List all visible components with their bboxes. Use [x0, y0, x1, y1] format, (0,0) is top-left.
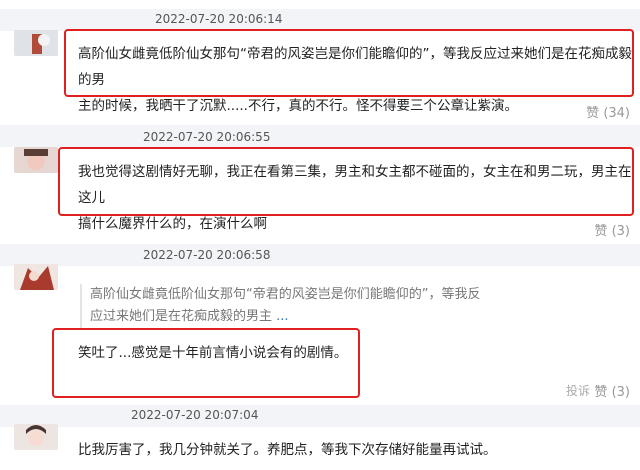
like-button[interactable]: 赞 (3)	[594, 220, 630, 239]
comment-text-line: 高阶仙女雌竟低阶仙女那句“帝君的风姿岂是你们能瞻仰的”，等我反应过来她们是在花痴…	[78, 46, 632, 88]
report-button[interactable]: 投诉	[566, 382, 590, 399]
like-count: (3)	[611, 385, 630, 400]
like-count: (3)	[611, 224, 630, 239]
comment-text-line: 比我厉害了，我几分钟就关了。养肥点，等我下次存储好能量再试试。	[78, 442, 497, 458]
quote-expand-link[interactable]: ...	[276, 309, 288, 324]
comment-timestamp: 2022-07-20 20:06:55	[143, 130, 271, 144]
like-button[interactable]: 赞 (34)	[586, 102, 630, 121]
like-count: (34)	[603, 106, 630, 121]
like-button[interactable]: 赞 (3)	[594, 381, 630, 400]
quote-text-line: 高阶仙女雌竟低阶仙女那句“帝君的风姿岂是你们能瞻仰的”，等我反	[90, 287, 481, 302]
comment-body: 比我厉害了，我几分钟就关了。养肥点，等我下次存储好能量再试试。	[78, 437, 634, 463]
avatar-image	[14, 264, 58, 290]
like-label: 赞	[586, 106, 600, 121]
user-avatar[interactable]	[14, 30, 58, 56]
comment-body: 我也觉得这剧情好无聊，我正在看第三集，男主和女主都不碰面的，女主在和男二玩，男主…	[78, 159, 634, 237]
comment-text-line: 主的时候，我晒干了沉默.....不行，真的不行。怪不得要三个公章让紫演。	[78, 98, 518, 114]
comment-body: 笑吐了...感觉是十年前言情小说会有的剧情。	[78, 340, 358, 366]
avatar-image	[14, 147, 58, 173]
like-label: 赞	[594, 385, 608, 400]
quoted-comment: 高阶仙女雌竟低阶仙女那句“帝君的风姿岂是你们能瞻仰的”，等我反 应过来她们是在花…	[80, 284, 490, 328]
comment-header	[0, 244, 640, 266]
quote-text-line: 应过来她们是在花痴成毅的男主	[90, 309, 273, 324]
comment-header	[0, 9, 640, 31]
comment-text-line: 我也觉得这剧情好无聊，我正在看第三集，男主和女主都不碰面的，女主在和男二玩，男主…	[78, 164, 632, 206]
comment-timestamp: 2022-07-20 20:06:14	[155, 12, 283, 26]
user-avatar[interactable]	[14, 424, 58, 450]
comment-header	[0, 125, 640, 147]
comment-timestamp: 2022-07-20 20:06:58	[143, 248, 271, 262]
avatar-image	[14, 424, 58, 450]
user-avatar[interactable]	[14, 264, 58, 290]
user-avatar[interactable]	[14, 147, 58, 173]
comment-text-line: 笑吐了...感觉是十年前言情小说会有的剧情。	[78, 345, 348, 361]
avatar-image	[14, 30, 58, 56]
comment-text-line: 搞什么魔界什么的，在演什么啊	[78, 216, 267, 232]
like-label: 赞	[594, 224, 608, 239]
comment-timestamp: 2022-07-20 20:07:04	[131, 408, 259, 422]
comment-header	[0, 405, 640, 427]
comment-body: 高阶仙女雌竟低阶仙女那句“帝君的风姿岂是你们能瞻仰的”，等我反应过来她们是在花痴…	[78, 41, 634, 119]
